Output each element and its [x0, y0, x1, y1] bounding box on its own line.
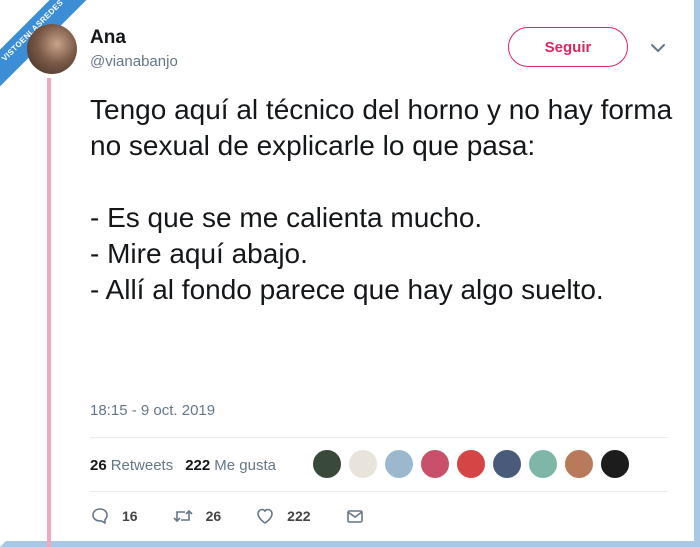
- liker-avatar[interactable]: [564, 449, 594, 479]
- divider: [90, 437, 668, 438]
- message-button[interactable]: [345, 506, 377, 526]
- retweet-button[interactable]: 26: [172, 506, 222, 526]
- user-name[interactable]: Ana: [90, 27, 126, 49]
- liker-avatar[interactable]: [600, 449, 630, 479]
- likes-count[interactable]: 222: [185, 457, 210, 474]
- liker-avatar[interactable]: [492, 449, 522, 479]
- liker-avatars: [312, 449, 636, 479]
- reply-button[interactable]: 16: [90, 506, 138, 526]
- reply-icon: [92, 508, 108, 524]
- reply-count: 16: [122, 508, 138, 524]
- tweet-timestamp[interactable]: 18:15 - 9 oct. 2019: [90, 402, 215, 419]
- heart-icon: [257, 508, 273, 524]
- divider: [90, 491, 668, 492]
- like-button[interactable]: 222: [255, 506, 311, 526]
- liker-avatar[interactable]: [312, 449, 342, 479]
- liker-avatar[interactable]: [456, 449, 486, 479]
- retweets-count[interactable]: 26: [90, 457, 107, 474]
- likes-label[interactable]: Me gusta: [214, 457, 276, 474]
- avatar[interactable]: [27, 24, 77, 74]
- liker-avatar[interactable]: [528, 449, 558, 479]
- retweets-label[interactable]: Retweets: [111, 457, 174, 474]
- stats-row: 26 Retweets 222 Me gusta: [90, 454, 288, 476]
- liker-avatar[interactable]: [420, 449, 450, 479]
- follow-button[interactable]: Seguir: [508, 27, 628, 67]
- user-handle[interactable]: @vianabanjo: [90, 53, 178, 70]
- chevron-down-icon[interactable]: [650, 42, 666, 54]
- action-bar: 16 26 222: [90, 505, 411, 527]
- retweet-icon: [173, 509, 193, 523]
- liker-avatar[interactable]: [348, 449, 378, 479]
- retweet-count: 26: [205, 508, 222, 524]
- thread-line: [47, 78, 51, 547]
- liker-avatar[interactable]: [384, 449, 414, 479]
- like-count: 222: [287, 508, 311, 524]
- tweet-text: Tengo aquí al técnico del horno y no hay…: [90, 94, 673, 305]
- envelope-icon: [346, 510, 363, 523]
